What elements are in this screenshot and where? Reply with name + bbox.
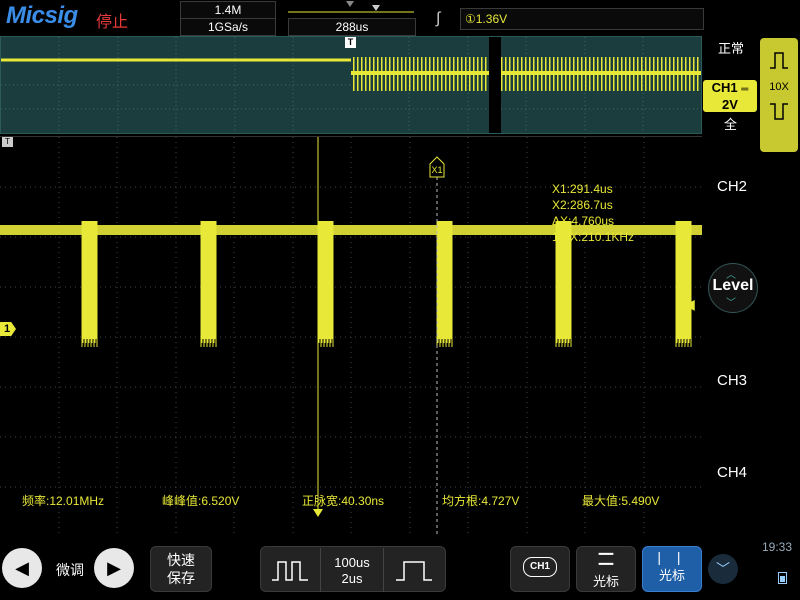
- cursor-vertical-button[interactable]: | | 光标: [642, 546, 702, 592]
- horizontal-position-slider[interactable]: [286, 0, 418, 18]
- cursor-vertical-icon: | |: [657, 549, 687, 565]
- dc-coupling-icon: ═: [741, 84, 749, 95]
- clock: 19:33: [762, 540, 793, 554]
- memory-depth-readout[interactable]: 1.4M: [180, 1, 276, 19]
- ch1-badge-icon: CH1: [523, 557, 557, 577]
- sample-rate-readout[interactable]: 1GSa/s: [180, 18, 276, 36]
- overview-waveform: [1, 37, 701, 133]
- cursor-x2-handle-icon: [313, 509, 323, 517]
- cursor-horizontal-label: 光标: [592, 574, 619, 589]
- chevron-up-icon[interactable]: ︿: [726, 266, 736, 281]
- timebase-main-button[interactable]: [270, 556, 310, 589]
- chevron-down-icon[interactable]: ﹀: [726, 294, 736, 309]
- expand-menu-button[interactable]: ﹀: [708, 554, 738, 584]
- cursor-horizontal-icon: ━━ ━━: [598, 547, 614, 571]
- ch2-button[interactable]: CH2: [710, 174, 754, 200]
- battery-icon: [778, 572, 787, 584]
- timebase-main-value: 100us: [334, 555, 370, 570]
- ch1-bandwidth[interactable]: 全: [724, 114, 737, 133]
- cursor-delta-value: ΔX:4.760us: [552, 214, 615, 228]
- trigger-level-arrow-icon[interactable]: ◀: [684, 296, 695, 313]
- ch1-scale-badge[interactable]: CH1 ═ 2V: [703, 80, 757, 112]
- quick-save-line2: 保存: [167, 570, 195, 586]
- trigger-level-readout[interactable]: ①1.36V: [460, 8, 704, 30]
- cursor-x1-value: X1:291.4us: [552, 182, 613, 196]
- timebase-wide-icon: [272, 561, 308, 581]
- pulse-positive-icon[interactable]: [760, 50, 798, 75]
- timebase-zoom-value: 2us: [341, 571, 363, 586]
- overview-trigger-tag: T: [345, 37, 356, 48]
- probe-panel[interactable]: 10X: [760, 38, 798, 152]
- ch1-label: CH1: [711, 80, 738, 95]
- fine-increase-button[interactable]: ▶: [94, 548, 134, 588]
- cursor-x2-value: X2:286.7us: [552, 198, 613, 212]
- cursor-readout: X1:291.4us X2:286.7us ΔX:4.760us 1/ΔX:21…: [552, 181, 634, 245]
- rising-edge-icon[interactable]: ∫: [436, 10, 440, 28]
- probe-attenuation[interactable]: 10X: [760, 81, 798, 93]
- main-trigger-tag[interactable]: T: [2, 137, 13, 147]
- waveform-overview[interactable]: [0, 36, 702, 134]
- trigger-position-icon: [372, 5, 380, 11]
- chevron-down-icon: ﹀: [716, 561, 730, 577]
- quick-save-button[interactable]: 快速 保存: [150, 546, 212, 592]
- timebase-narrow-icon: [396, 561, 432, 581]
- cursor-frequency-value: 1/ΔX:210.1KHz: [552, 230, 635, 244]
- timebase-zoom-button[interactable]: [394, 556, 434, 589]
- waveform-display[interactable]: X1 X1:291.4us X2:286.7us ΔX:4.760us 1/ΔX…: [0, 136, 702, 537]
- pulse-negative-icon[interactable]: [760, 101, 798, 126]
- cursor-vertical-label: 光标: [658, 568, 685, 583]
- measure-peak-to-peak[interactable]: 峰峰值:6.520V: [162, 492, 239, 509]
- time-position-readout[interactable]: 288us: [288, 18, 416, 36]
- run-stop-status[interactable]: 停止: [96, 8, 128, 32]
- channel-select-button[interactable]: CH1: [510, 546, 570, 592]
- zoom-window-marker: [489, 37, 501, 133]
- cursor-x1-tag[interactable]: X1: [430, 165, 444, 175]
- ch1-volts-div: 2V: [722, 97, 738, 112]
- ch4-button[interactable]: CH4: [710, 460, 754, 486]
- measure-frequency[interactable]: 频率:12.01MHz: [22, 492, 104, 509]
- level-knob[interactable]: ︿ Level ﹀: [708, 263, 758, 313]
- quick-save-line1: 快速: [167, 552, 195, 568]
- arrow-left-icon: ◀: [15, 558, 29, 578]
- fine-adjust-label: 微调: [56, 562, 84, 578]
- acquire-mode[interactable]: 正常: [718, 38, 744, 57]
- cursor-horizontal-button[interactable]: ━━ ━━ 光标: [576, 546, 636, 592]
- arrow-right-icon: ▶: [107, 558, 121, 578]
- brand-logo: Micsig: [6, 2, 78, 29]
- measure-positive-width[interactable]: 正脉宽:40.30ns: [302, 492, 384, 509]
- fine-decrease-button[interactable]: ◀: [2, 548, 42, 588]
- measure-maximum[interactable]: 最大值:5.490V: [582, 492, 659, 509]
- ch3-button[interactable]: CH3: [710, 368, 754, 394]
- measure-rms[interactable]: 均方根:4.727V: [442, 492, 519, 509]
- timebase-readout[interactable]: 100us 2us: [320, 548, 384, 592]
- memory-position-icon: [346, 1, 354, 7]
